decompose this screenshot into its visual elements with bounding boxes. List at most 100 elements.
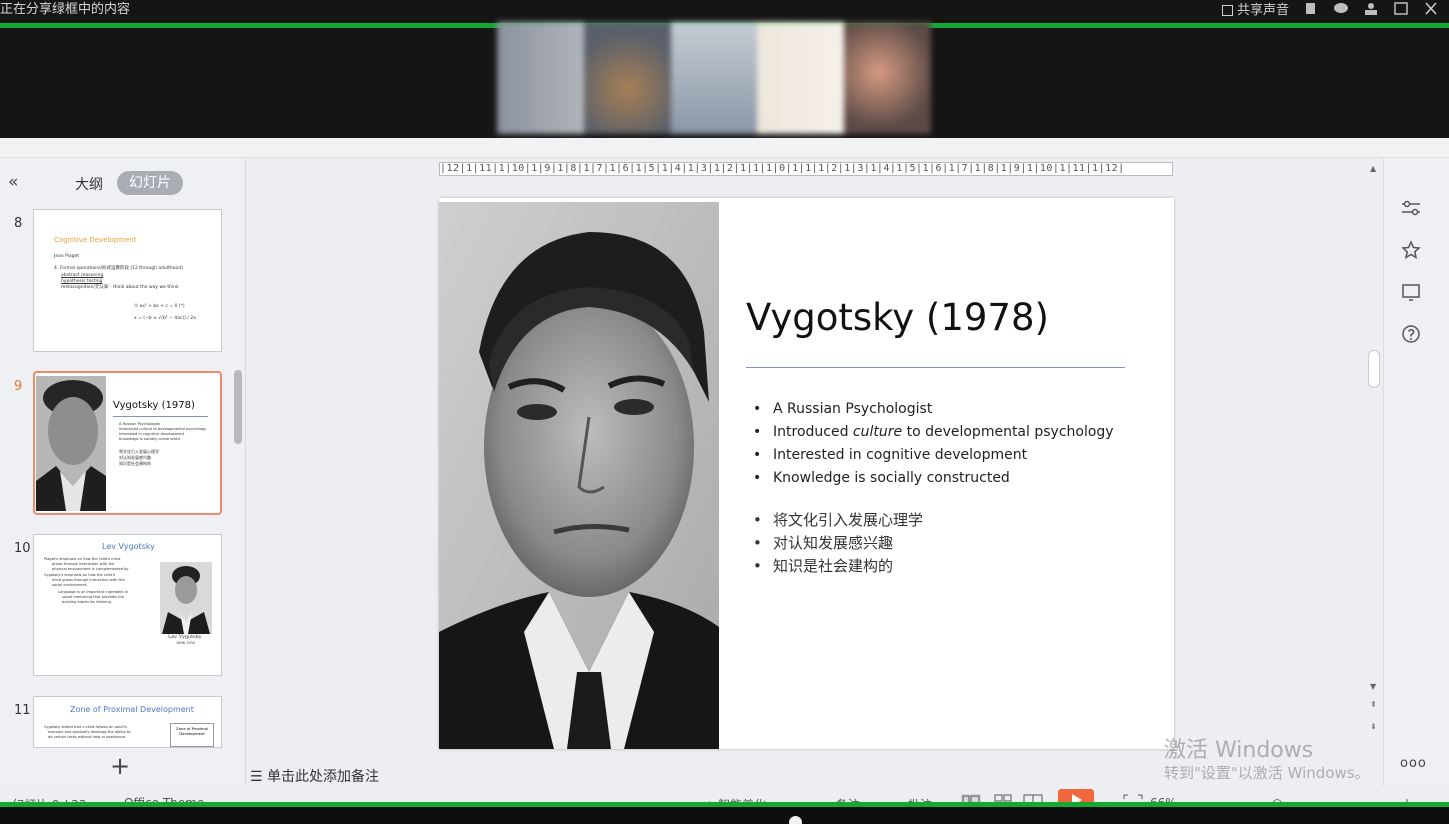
bullet-text: 将文化引入发展心理学	[773, 511, 924, 529]
bullet-glyph: •	[753, 470, 762, 486]
title-divider	[746, 367, 1125, 368]
thumb-formula: ① ax² + bx + c = 0 (*)	[134, 304, 185, 309]
share-controls: 共享声音	[1221, 0, 1439, 18]
meeting-share-bar: 正在分享绿框中的内容 共享声音	[0, 0, 1449, 138]
add-notes-area[interactable]: ☰ 单击此处添加备注	[250, 766, 379, 786]
collapse-panel-button[interactable]: «	[8, 172, 18, 192]
annotate-icon[interactable]	[1303, 2, 1319, 15]
top-strip	[0, 138, 1449, 158]
slide-title[interactable]: Vygotsky (1978)	[746, 296, 1049, 339]
activation-watermark-title: 激活 Windows	[1164, 738, 1314, 763]
settings-sliders-icon[interactable]	[1401, 198, 1421, 218]
slide-thumbnail-9[interactable]: Vygotsky (1978) A Russian Psychologist I…	[33, 371, 222, 515]
bullet-glyph: •	[753, 401, 762, 417]
share-sound-toggle[interactable]: 共享声音	[1221, 0, 1289, 18]
add-slide-button[interactable]: +	[110, 752, 130, 780]
scrollbar-thumb[interactable]	[1368, 350, 1380, 388]
chinese-bullet-list[interactable]: • 将文化引入发展心理学 • 对认知发展感兴趣 • 知识是社会建构的	[753, 509, 923, 578]
bullet-text: 对认知发展感兴趣	[773, 534, 894, 552]
bullet-item: • 对认知发展感兴趣	[753, 532, 923, 555]
present-icon[interactable]	[1401, 282, 1421, 302]
bullet-item: • Introduced culture to developmental psy…	[753, 421, 1114, 444]
bullet-text: Introduced	[773, 424, 853, 440]
prev-slide-icon[interactable]: ⇞	[1370, 700, 1377, 709]
bullet-item: • A Russian Psychologist	[753, 398, 1114, 421]
bullet-glyph: •	[753, 534, 762, 552]
slide-thumbnail-8[interactable]: Cognitive Development Jean Piaget 4. For…	[33, 209, 222, 352]
more-options-button[interactable]: ooo	[1400, 756, 1427, 771]
thumb-line: 将文化引入发展心理学	[119, 449, 159, 454]
slide-panel: « 大纲 幻灯片 8 Cognitive Development Jean Pi…	[0, 158, 246, 786]
bullet-item: • Knowledge is socially constructed	[753, 467, 1114, 490]
scroll-up-icon[interactable]: ▲	[1370, 164, 1376, 173]
editor-vertical-scrollbar[interactable]: ▲ ▼ ⇞ ⇟	[1366, 160, 1382, 740]
bullet-text: Knowledge is socially constructed	[773, 470, 1010, 486]
right-toolbar: ooo	[1383, 158, 1449, 786]
activation-watermark-subtitle: 转到"设置"以激活 Windows。	[1164, 764, 1370, 782]
close-icon[interactable]	[1423, 1, 1439, 15]
bullet-item: • 知识是社会建构的	[753, 555, 923, 578]
slide-number: 11	[14, 703, 31, 718]
next-slide-icon[interactable]: ⇟	[1370, 722, 1377, 731]
thumb-title: Lev Vygotsky	[102, 542, 155, 551]
bullet-item: • Interested in cognitive development	[753, 444, 1114, 467]
bullet-text: Interested in cognitive development	[773, 447, 1028, 463]
thumb-line: metacognition/元认知 - think about the way …	[61, 285, 179, 290]
slide-number: 10	[14, 541, 31, 556]
bullet-glyph: •	[753, 447, 762, 463]
star-icon[interactable]	[1401, 240, 1421, 260]
share-status-text: 正在分享绿框中的内容	[0, 2, 131, 17]
notes-icon: ☰	[250, 769, 263, 785]
thumb-portrait-image	[36, 376, 106, 511]
video-tile	[757, 22, 845, 134]
video-tile	[670, 22, 758, 134]
participants-icon[interactable]	[1363, 2, 1379, 15]
thumb-portrait-image	[160, 562, 212, 634]
help-icon[interactable]	[1401, 324, 1421, 344]
screen: 正在分享绿框中的内容 共享声音 « 大纲 幻灯片 8 Cognitive Dev…	[0, 0, 1449, 824]
presentation-app: « 大纲 幻灯片 8 Cognitive Development Jean Pi…	[0, 138, 1449, 824]
chat-icon[interactable]	[1333, 2, 1349, 15]
thumb-line: 知识是社会建构的	[119, 461, 151, 466]
thumb-formula: x = (−b ± √(b² − 4ac)) / 2a	[134, 316, 196, 321]
thumb-line: physical environment is complemented by	[52, 567, 129, 571]
meeting-bottom-strip	[0, 807, 1449, 824]
slide-thumbnail-10[interactable]: Lev Vygotsky Piaget's emphasis on how th…	[33, 534, 222, 676]
bullet-text: 知识是社会建构的	[773, 557, 894, 575]
thumb-line: do certain tasks without help or assista…	[48, 735, 127, 739]
tab-slides[interactable]: 幻灯片	[117, 171, 183, 195]
checkbox-icon	[1221, 4, 1233, 16]
slide-number: 8	[14, 216, 23, 231]
thumb-caption-years: 1896-1934	[176, 641, 196, 645]
notes-placeholder: 单击此处添加备注	[267, 769, 380, 785]
fullscreen-icon[interactable]	[1393, 1, 1409, 15]
thumb-rule	[113, 416, 208, 417]
thumb-line: social environment.	[52, 583, 88, 587]
video-tile	[844, 22, 931, 134]
meeting-handle[interactable]	[789, 816, 802, 824]
participant-video-strip	[497, 22, 931, 134]
bullet-text: to developmental psychology	[902, 424, 1114, 440]
thumb-title: Zone of Proximal Development	[70, 705, 194, 714]
slide-canvas[interactable]: Vygotsky (1978) • A Russian Psychologist …	[439, 198, 1174, 749]
thumb-line: 4. Formal operations/形式运算阶段 (12 through …	[54, 266, 183, 271]
portrait-image	[439, 202, 719, 749]
bullet-glyph: •	[753, 424, 762, 440]
video-tile	[497, 22, 584, 134]
horizontal-ruler[interactable]: |12|1|11|1|10|1|9|1|8|1|7|1|6|1|5|1|4|1|…	[439, 162, 1173, 176]
slide-thumbnail-11[interactable]: Zone of Proximal Development Vygotsky st…	[33, 696, 222, 748]
share-sound-label: 共享声音	[1236, 2, 1289, 18]
scroll-down-icon[interactable]: ▼	[1370, 682, 1376, 691]
thumb-title: Cognitive Development	[54, 236, 137, 244]
bullet-item: • 将文化引入发展心理学	[753, 509, 923, 532]
thumb-line: building blocks for thinking.	[62, 600, 112, 604]
thumb-line: 对认知发展感兴趣	[119, 455, 151, 460]
bullet-glyph: •	[753, 511, 762, 529]
slide-number-active: 9	[14, 379, 23, 394]
english-bullet-list[interactable]: • A Russian Psychologist • Introduced cult…	[753, 398, 1114, 490]
thumb-line: Jean Piaget	[54, 254, 80, 259]
bullet-text-italic: culture	[852, 424, 903, 440]
bullet-text: A Russian Psychologist	[773, 401, 933, 417]
panel-scrollbar[interactable]	[234, 370, 242, 444]
tab-outline[interactable]: 大纲	[75, 174, 103, 194]
